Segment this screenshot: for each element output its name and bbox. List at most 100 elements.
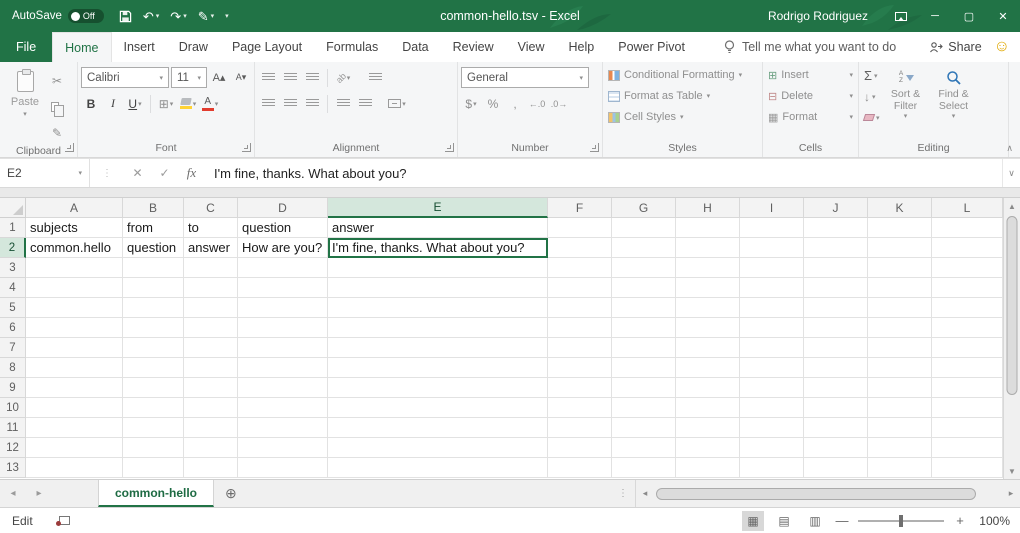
align-top-button[interactable]	[258, 67, 278, 88]
cell-G7[interactable]	[612, 338, 676, 358]
percent-style-button[interactable]: %	[483, 93, 503, 114]
align-bottom-button[interactable]	[302, 67, 322, 88]
cell-H1[interactable]	[676, 218, 740, 238]
cell-L10[interactable]	[932, 398, 1003, 418]
decrease-decimal-button[interactable]: .0→	[549, 93, 569, 114]
merge-center-dropdown[interactable]: ▾	[402, 100, 406, 108]
cell-J9[interactable]	[804, 378, 868, 398]
cell-H7[interactable]	[676, 338, 740, 358]
align-left-button[interactable]	[258, 93, 278, 114]
redo-button[interactable]: ↷▾	[165, 0, 191, 32]
tab-file[interactable]: File	[0, 32, 52, 62]
row-header-13[interactable]: 13	[0, 458, 26, 478]
cell-G11[interactable]	[612, 418, 676, 438]
cell-D4[interactable]	[238, 278, 328, 298]
tab-review[interactable]: Review	[441, 32, 506, 62]
cell-G6[interactable]	[612, 318, 676, 338]
row-header-3[interactable]: 3	[0, 258, 26, 278]
cell-E5[interactable]	[328, 298, 548, 318]
increase-decimal-button[interactable]: ←.0	[527, 93, 547, 114]
row-header-2[interactable]: 2	[0, 238, 26, 258]
cell-A4[interactable]	[26, 278, 123, 298]
paste-dropdown[interactable]: ▾	[23, 110, 27, 118]
horizontal-scrollbar[interactable]: ◂ ▸	[635, 480, 1020, 507]
cell-C5[interactable]	[184, 298, 238, 318]
tab-data[interactable]: Data	[390, 32, 440, 62]
cell-I9[interactable]	[740, 378, 804, 398]
tab-draw[interactable]: Draw	[167, 32, 220, 62]
alignment-dialog-launcher[interactable]	[445, 143, 454, 152]
cell-H9[interactable]	[676, 378, 740, 398]
conditional-formatting-button[interactable]: Conditional Formatting ▾	[606, 65, 759, 85]
column-header-E[interactable]: E	[328, 198, 548, 218]
zoom-thumb[interactable]	[899, 515, 903, 527]
clear-dropdown[interactable]: ▾	[876, 114, 880, 122]
font-name-dropdown[interactable]: ▾	[159, 74, 163, 82]
scroll-right-button[interactable]: ▸	[1002, 488, 1020, 499]
cell-A7[interactable]	[26, 338, 123, 358]
formula-bar-splitter[interactable]: ⋮	[90, 168, 124, 179]
cell-J2[interactable]	[804, 238, 868, 258]
cell-I8[interactable]	[740, 358, 804, 378]
format-painter-button[interactable]: ✎	[47, 122, 67, 143]
number-dialog-launcher[interactable]	[590, 143, 599, 152]
increase-font-size-button[interactable]: A▴	[209, 67, 229, 88]
sort-filter-button[interactable]: AZ Sort & Filter ▾	[882, 65, 930, 140]
find-select-dropdown[interactable]: ▾	[952, 112, 956, 120]
cell-D11[interactable]	[238, 418, 328, 438]
sheet-tab-common-hello[interactable]: common-hello	[98, 480, 214, 507]
cell-B7[interactable]	[123, 338, 184, 358]
cell-I6[interactable]	[740, 318, 804, 338]
row-header-8[interactable]: 8	[0, 358, 26, 378]
cell-J13[interactable]	[804, 458, 868, 478]
sheet-nav-prev-button[interactable]: ◂	[0, 480, 26, 507]
horizontal-scroll-thumb[interactable]	[656, 488, 976, 500]
insert-cells-dropdown[interactable]: ▾	[849, 71, 853, 79]
cell-H10[interactable]	[676, 398, 740, 418]
cell-A10[interactable]	[26, 398, 123, 418]
cell-G2[interactable]	[612, 238, 676, 258]
cell-F2[interactable]	[548, 238, 612, 258]
increase-indent-button[interactable]	[355, 93, 375, 114]
cell-G3[interactable]	[612, 258, 676, 278]
cell-D5[interactable]	[238, 298, 328, 318]
cell-G10[interactable]	[612, 398, 676, 418]
cell-C3[interactable]	[184, 258, 238, 278]
number-format-combo[interactable]: General ▾	[461, 67, 589, 88]
cell-J3[interactable]	[804, 258, 868, 278]
cell-L12[interactable]	[932, 438, 1003, 458]
touch-mouse-mode-button[interactable]: ✎▾	[193, 0, 219, 32]
find-select-button[interactable]: Find & Select ▾	[930, 65, 978, 140]
cell-H2[interactable]	[676, 238, 740, 258]
cell-A5[interactable]	[26, 298, 123, 318]
number-format-dropdown[interactable]: ▾	[579, 74, 583, 82]
cell-I3[interactable]	[740, 258, 804, 278]
scroll-down-button[interactable]: ▼	[1004, 463, 1020, 479]
row-header-1[interactable]: 1	[0, 218, 26, 238]
cell-D8[interactable]	[238, 358, 328, 378]
borders-button[interactable]: ⊞▾	[156, 93, 176, 114]
currency-format-button[interactable]: $▾	[461, 93, 481, 114]
cell-E9[interactable]	[328, 378, 548, 398]
orientation-button[interactable]: ab▾	[333, 67, 353, 88]
wrap-text-button[interactable]	[365, 67, 385, 88]
font-size-dropdown[interactable]: ▾	[197, 74, 201, 82]
cell-H6[interactable]	[676, 318, 740, 338]
cell-F1[interactable]	[548, 218, 612, 238]
cell-L8[interactable]	[932, 358, 1003, 378]
cell-J11[interactable]	[804, 418, 868, 438]
tab-formulas[interactable]: Formulas	[314, 32, 390, 62]
cell-H8[interactable]	[676, 358, 740, 378]
autosave-toggle[interactable]: AutoSave Off	[12, 9, 104, 23]
italic-button[interactable]: I	[103, 93, 123, 114]
column-header-K[interactable]: K	[868, 198, 932, 218]
cell-C8[interactable]	[184, 358, 238, 378]
cell-A1[interactable]: subjects	[26, 218, 123, 238]
cell-A3[interactable]	[26, 258, 123, 278]
cell-F13[interactable]	[548, 458, 612, 478]
cell-L11[interactable]	[932, 418, 1003, 438]
cell-K13[interactable]	[868, 458, 932, 478]
autosum-button[interactable]: Σ▾	[864, 66, 880, 85]
cell-I4[interactable]	[740, 278, 804, 298]
vertical-scrollbar[interactable]: ▲ ▼	[1003, 198, 1020, 479]
